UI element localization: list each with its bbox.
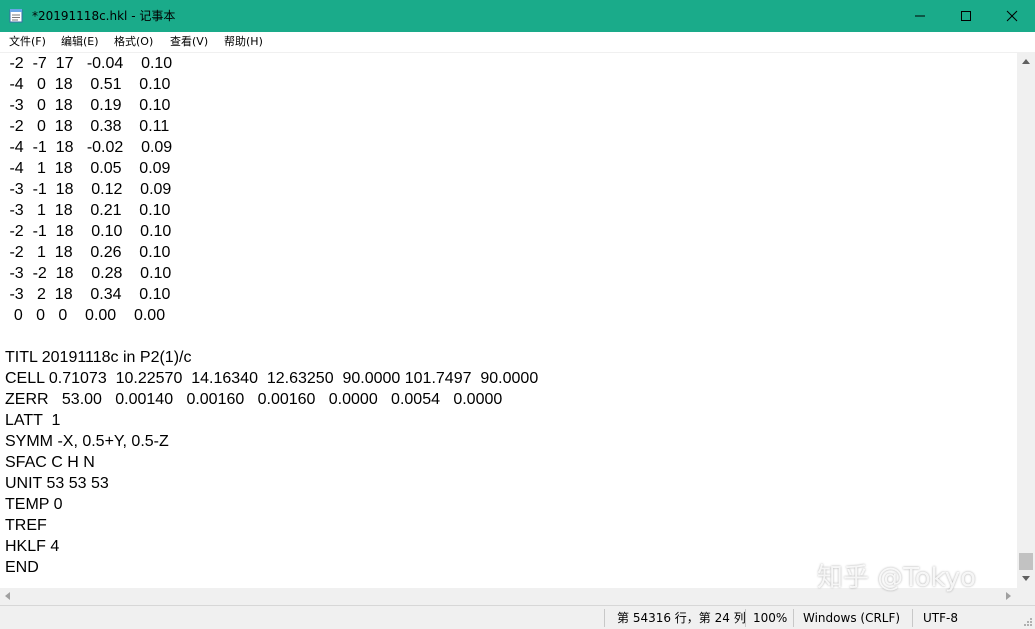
editor-line: SYMM -X, 0.5+Y, 0.5-Z (5, 433, 169, 450)
editor-line: SFAC C H N (5, 454, 95, 471)
vertical-scrollbar[interactable] (1017, 53, 1035, 588)
close-button[interactable] (989, 0, 1035, 32)
scrollbar-corner (1017, 588, 1035, 605)
editor-line: TEMP 0 (5, 496, 63, 513)
status-divider (745, 609, 746, 627)
scroll-up-icon[interactable] (1022, 59, 1030, 64)
title-bar[interactable]: *20191118c.hkl - 记事本 (0, 0, 1035, 32)
scroll-left-icon[interactable] (5, 592, 10, 600)
editor-line: -4 0 18 0.51 0.10 (5, 76, 171, 93)
editor-line: -3 1 18 0.21 0.10 (5, 202, 171, 219)
editor-line: -4 1 18 0.05 0.09 (5, 160, 171, 177)
menu-view[interactable]: 查看(V) (170, 34, 208, 50)
status-divider (604, 609, 605, 627)
maximize-icon (961, 11, 971, 21)
line-ending: Windows (CRLF) (803, 611, 901, 625)
minimize-button[interactable] (897, 0, 943, 32)
menu-edit[interactable]: 编辑(E) (61, 34, 99, 50)
editor-line: TREF (5, 517, 47, 534)
text-editor[interactable]: -2 -7 17 -0.04 0.10 -4 0 18 0.51 0.10 -3… (0, 53, 1017, 588)
editor-line: UNIT 53 53 53 (5, 475, 109, 492)
editor-line: 0 0 0 0.00 0.00 (5, 307, 166, 324)
editor-line: -2 -7 17 -0.04 0.10 (5, 55, 173, 72)
scroll-right-icon[interactable] (1006, 592, 1011, 600)
editor-line: HKLF 4 (5, 538, 60, 555)
editor-line: LATT 1 (5, 412, 61, 429)
encoding: UTF-8 (923, 611, 958, 625)
editor-line: -3 0 18 0.19 0.10 (5, 97, 171, 114)
close-icon (1006, 10, 1018, 22)
scroll-down-icon[interactable] (1022, 576, 1030, 581)
editor-line: -3 -1 18 0.12 0.09 (5, 181, 172, 198)
editor-line: CELL 0.71073 10.22570 14.16340 12.63250 … (5, 370, 539, 387)
status-divider (912, 609, 913, 627)
minimize-icon (915, 15, 925, 17)
editor-line: -4 -1 18 -0.02 0.09 (5, 139, 173, 156)
notepad-icon (9, 8, 23, 23)
editor-line: -2 0 18 0.38 0.11 (5, 118, 170, 135)
resize-grip-icon[interactable] (1022, 616, 1032, 626)
editor-line: END (5, 559, 39, 576)
maximize-button[interactable] (943, 0, 989, 32)
window-title: *20191118c.hkl - 记事本 (32, 9, 176, 23)
editor-line: -2 -1 18 0.10 0.10 (5, 223, 172, 240)
status-bar: 第 54316 行，第 24 列 100% Windows (CRLF) UTF… (0, 605, 1035, 629)
menu-help[interactable]: 帮助(H) (224, 34, 263, 50)
editor-line: -3 -2 18 0.28 0.10 (5, 265, 172, 282)
status-divider (793, 609, 794, 627)
editor-line: ZERR 53.00 0.00140 0.00160 0.00160 0.000… (5, 391, 503, 408)
menu-bar: 文件(F) 编辑(E) 格式(O) 查看(V) 帮助(H) (0, 32, 1035, 53)
menu-format[interactable]: 格式(O) (114, 34, 153, 50)
zoom-level: 100% (753, 611, 788, 625)
editor-line: TITL 20191118c in P2(1)/c (5, 349, 192, 366)
cursor-position: 第 54316 行，第 24 列 (617, 611, 746, 625)
watermark: 知乎 @Tokyo (817, 563, 977, 593)
editor-line: -2 1 18 0.26 0.10 (5, 244, 171, 261)
vertical-scroll-thumb[interactable] (1019, 553, 1033, 570)
menu-file[interactable]: 文件(F) (9, 34, 46, 50)
editor-line: -3 2 18 0.34 0.10 (5, 286, 171, 303)
